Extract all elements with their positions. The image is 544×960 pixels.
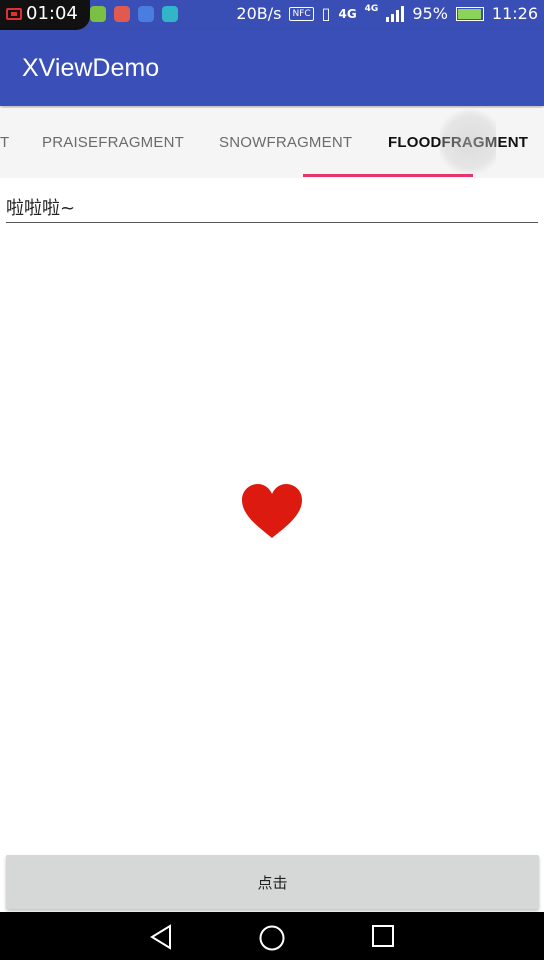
app-title: XViewDemo	[22, 54, 160, 82]
vibrate-icon: ▯	[321, 4, 331, 23]
notification-app-icon	[162, 6, 178, 22]
home-icon[interactable]	[258, 924, 286, 952]
clock: 11:26	[491, 4, 538, 23]
click-button-label: 点击	[257, 874, 288, 892]
status-right: 20B/s NFC ▯ 4G 4G 95% 11:26	[236, 4, 538, 23]
recording-time: 01:04	[26, 3, 78, 24]
recents-icon[interactable]	[371, 924, 395, 948]
notification-icons	[90, 6, 178, 24]
tab-partial[interactable]: T	[0, 134, 9, 151]
back-icon[interactable]	[148, 924, 174, 950]
status-bar: 01:04 20B/s NFC ▯ 4G 4G 95% 11:26	[0, 0, 544, 30]
notification-app-icon	[90, 6, 106, 22]
network-type-2: 4G	[364, 4, 379, 14]
nfc-icon: NFC	[289, 6, 314, 21]
app-bar: XViewDemo	[0, 30, 544, 106]
tab-indicator	[303, 174, 473, 177]
record-icon	[6, 8, 22, 20]
touch-ripple	[440, 108, 496, 174]
notification-app-icon	[114, 6, 130, 22]
navigation-bar	[0, 912, 544, 960]
notification-app-icon	[138, 6, 154, 22]
network-type: 4G	[338, 6, 357, 21]
text-input-value[interactable]: 啦啦啦~	[6, 194, 75, 220]
tab-snowfragment[interactable]: SNOWFRAGMENT	[219, 134, 352, 151]
screen-recording-indicator: 01:04	[0, 0, 90, 30]
battery-percent: 95%	[412, 4, 448, 23]
text-input[interactable]: 啦啦啦~	[6, 190, 538, 223]
heart-shape	[242, 484, 302, 538]
tab-praisefragment[interactable]: PRAISEFRAGMENT	[42, 134, 184, 151]
click-button[interactable]: 点击	[6, 855, 539, 909]
heart-icon[interactable]	[240, 482, 304, 542]
battery-icon	[455, 6, 484, 21]
net-speed: 20B/s	[236, 4, 282, 23]
signal-icon	[386, 5, 405, 22]
